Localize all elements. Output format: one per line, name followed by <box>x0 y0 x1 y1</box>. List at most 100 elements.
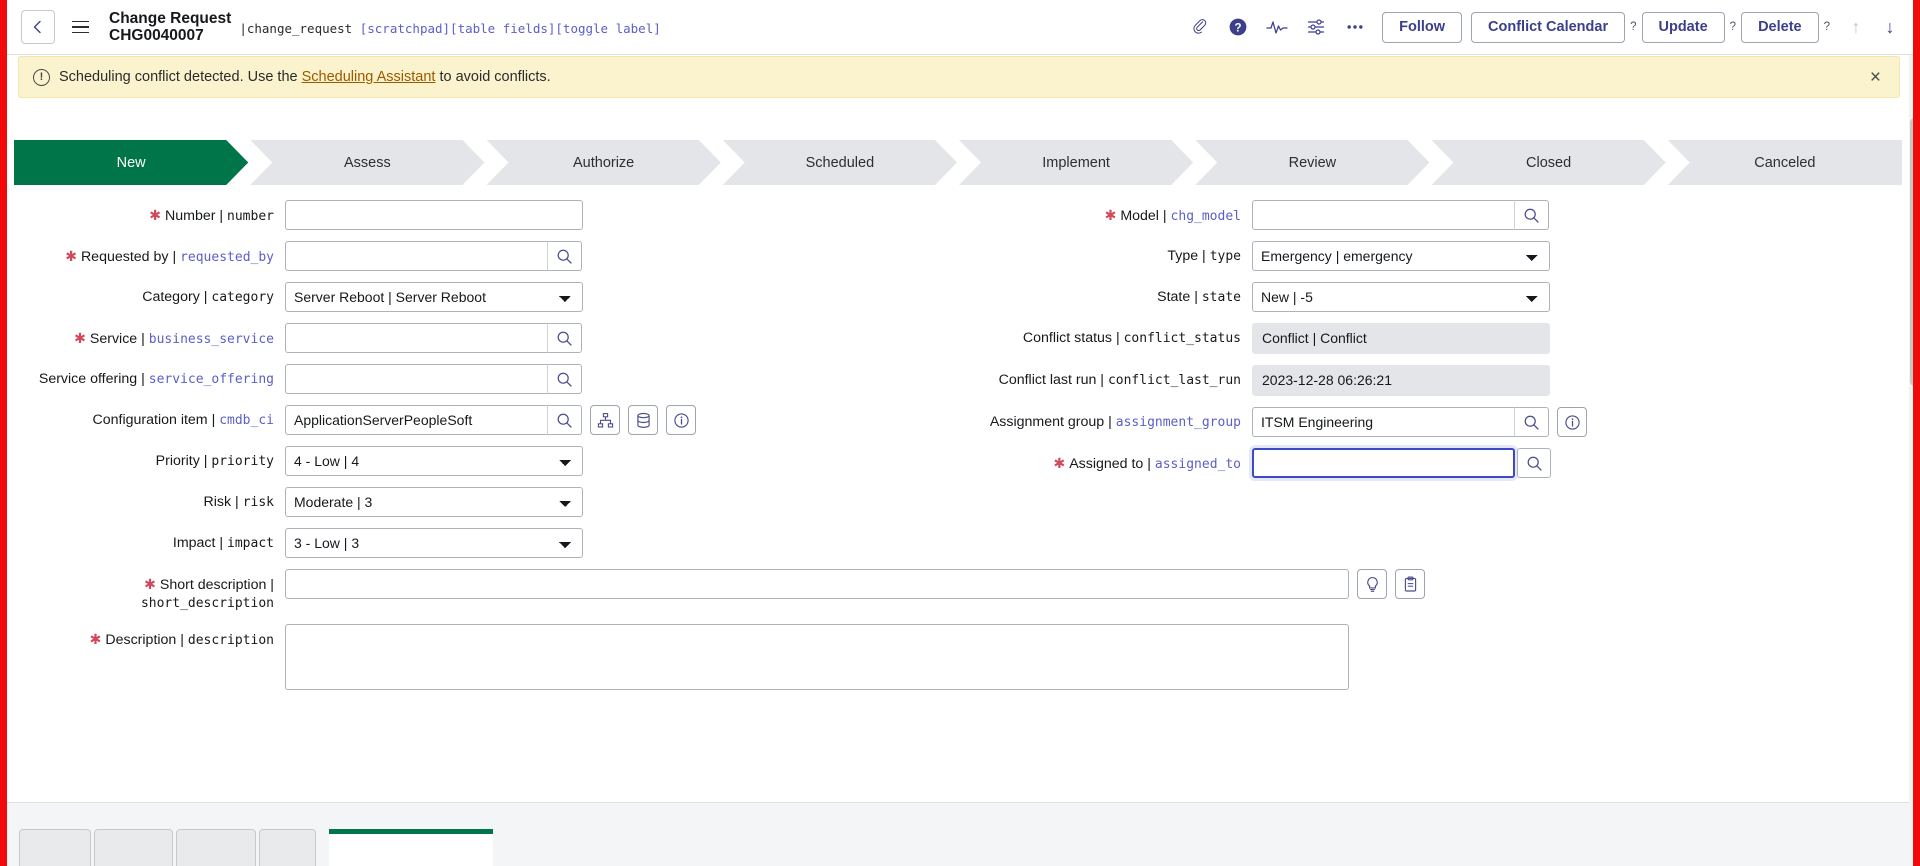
scheduling-assistant-link[interactable]: Scheduling Assistant <box>302 69 436 85</box>
back-button[interactable] <box>21 10 55 44</box>
priority-select[interactable]: 4 - Low | 4 <box>285 446 583 476</box>
assigned_to-reference-field <box>1252 448 1551 478</box>
field-control-assigned_to <box>1252 448 1551 478</box>
chg_model-lookup-button[interactable] <box>1515 200 1549 230</box>
conflict-calendar-button[interactable]: Conflict Calendar <box>1471 11 1626 43</box>
footer-tab-group <box>19 829 493 866</box>
category-select[interactable]: Server Reboot | Server Reboot <box>285 282 583 312</box>
cmdb_ci-input[interactable] <box>285 405 548 435</box>
help-icon[interactable]: ? <box>1227 16 1249 38</box>
ci-database-button[interactable] <box>628 405 658 435</box>
form-row-assignment_group: Assignment group | assignment_group <box>977 407 1897 437</box>
service_offering-lookup-button[interactable] <box>548 364 582 394</box>
personalize-form-icon[interactable] <box>1305 16 1327 38</box>
assigned_to-input[interactable] <box>1252 448 1515 478</box>
field-technical-name[interactable]: chg_model <box>1171 209 1241 224</box>
flow-step-label: Implement <box>1042 154 1110 171</box>
field-control-conflict_last_run: 2023-12-28 06:26:21 <box>1252 365 1550 396</box>
footer-tab-1[interactable] <box>19 829 91 866</box>
flow-step-new[interactable]: New <box>14 140 248 185</box>
hamburger-menu-icon[interactable] <box>65 10 95 44</box>
field-control-chg_model <box>1252 200 1549 230</box>
business_service-input[interactable] <box>285 323 548 353</box>
field-label-separator: | <box>1158 208 1171 224</box>
conflict-calendar-help-marker[interactable]: ? <box>1625 21 1641 33</box>
conflict_status-readonly-value: Conflict | Conflict <box>1252 323 1550 354</box>
field-technical-name[interactable]: requested_by <box>180 250 274 265</box>
next-record-icon[interactable]: ↓ <box>1877 14 1903 40</box>
assignment_group-input[interactable] <box>1252 407 1515 437</box>
assigned_to-lookup-button[interactable] <box>1517 448 1551 478</box>
field-technical-name[interactable]: service_offering <box>149 372 274 387</box>
delete-button[interactable]: Delete <box>1741 11 1819 43</box>
flow-step-scheduled[interactable]: Scheduled <box>723 140 957 185</box>
field-control-requested_by <box>285 241 582 271</box>
field-control-impact: 3 - Low | 3 <box>285 528 583 558</box>
form-row-number: ✱ Number | number <box>25 200 952 230</box>
assignment-group-info-button[interactable] <box>1557 407 1587 437</box>
field-technical-name[interactable]: cmdb_ci <box>219 413 274 428</box>
footer-tab-4[interactable] <box>259 829 316 866</box>
header-icon-group: ? <box>1188 16 1366 38</box>
field-technical-name: category <box>211 290 274 305</box>
form-row-cmdb_ci: Configuration item | cmdb_ci <box>25 405 952 435</box>
follow-button[interactable]: Follow <box>1382 11 1463 43</box>
flow-step-implement[interactable]: Implement <box>959 140 1193 185</box>
field-label-cmdb_ci: Configuration item | cmdb_ci <box>25 405 285 430</box>
field-control-category: Server Reboot | Server Reboot <box>285 282 583 312</box>
chg_model-input[interactable] <box>1252 200 1515 230</box>
footer-tab-active[interactable] <box>329 829 493 866</box>
short_description-input[interactable] <box>285 569 1349 599</box>
field-label-separator: | <box>199 453 212 469</box>
number-input[interactable] <box>285 200 583 230</box>
attachment-icon[interactable] <box>1188 16 1210 38</box>
assignment_group-lookup-button[interactable] <box>1515 407 1549 437</box>
banner-close-button[interactable]: × <box>1866 68 1885 87</box>
field-label-chg_model: ✱ Model | chg_model <box>977 200 1252 226</box>
requested_by-input[interactable] <box>285 241 548 271</box>
flow-step-canceled[interactable]: Canceled <box>1667 140 1902 185</box>
form-column-left: ✱ Number | number ✱ Requested by | requeste… <box>7 200 952 569</box>
state-select[interactable]: New | -5 <box>1252 282 1550 312</box>
field-label-separator: | <box>215 208 228 224</box>
delete-help-marker[interactable]: ? <box>1819 21 1835 33</box>
ci-info-button[interactable] <box>666 405 696 435</box>
update-button[interactable]: Update <box>1641 11 1725 43</box>
meta-brackets[interactable]: [scratchpad][table fields][toggle label] <box>360 21 661 36</box>
activity-stream-icon[interactable] <box>1266 16 1288 38</box>
requested_by-lookup-button[interactable] <box>548 241 582 271</box>
type-select[interactable]: Emergency | emergency <box>1252 241 1550 271</box>
field-label-text: Description <box>105 632 177 648</box>
field-technical-name[interactable]: business_service <box>149 332 274 347</box>
previous-record-icon[interactable]: ↑ <box>1843 14 1869 40</box>
field-label-conflict_last_run: Conflict last run | conflict_last_run <box>977 365 1252 390</box>
info-icon <box>1564 414 1581 431</box>
risk-select[interactable]: Moderate | 3 <box>285 487 583 517</box>
field-label-risk: Risk | risk <box>25 487 285 512</box>
change-process-flow: New Assess Authorize Scheduled Implement Revi… <box>14 140 1902 185</box>
update-help-marker[interactable]: ? <box>1725 21 1741 33</box>
footer-tab-2[interactable] <box>94 829 173 866</box>
field-label-separator: | <box>168 249 181 265</box>
field-technical-name[interactable]: assigned_to <box>1155 457 1241 472</box>
field-label-priority: Priority | priority <box>25 446 285 471</box>
business_service-lookup-button[interactable] <box>548 323 582 353</box>
flow-step-closed[interactable]: Closed <box>1432 140 1666 185</box>
short-description-suggestion-button[interactable] <box>1357 569 1387 599</box>
short-description-template-button[interactable] <box>1395 569 1425 599</box>
impact-select[interactable]: 3 - Low | 3 <box>285 528 583 558</box>
flow-step-authorize[interactable]: Authorize <box>487 140 721 185</box>
flow-step-review[interactable]: Review <box>1195 140 1429 185</box>
service_offering-input[interactable] <box>285 364 548 394</box>
description-textarea[interactable] <box>285 624 1349 690</box>
field-technical-name[interactable]: assignment_group <box>1116 415 1241 430</box>
banner-text-before: Scheduling conflict detected. Use the <box>59 69 298 85</box>
footer-tab-3[interactable] <box>176 829 256 866</box>
flow-step-assess[interactable]: Assess <box>250 140 484 185</box>
svg-text:?: ? <box>1235 23 1242 35</box>
cmdb_ci-lookup-button[interactable] <box>548 405 582 435</box>
header-button-group: Follow Conflict Calendar ? Update ? Dele… <box>1382 11 1903 43</box>
more-options-icon[interactable] <box>1344 16 1366 38</box>
ci-relationship-map-button[interactable] <box>590 405 620 435</box>
field-label-business_service: ✱ Service | business_service <box>25 323 285 349</box>
